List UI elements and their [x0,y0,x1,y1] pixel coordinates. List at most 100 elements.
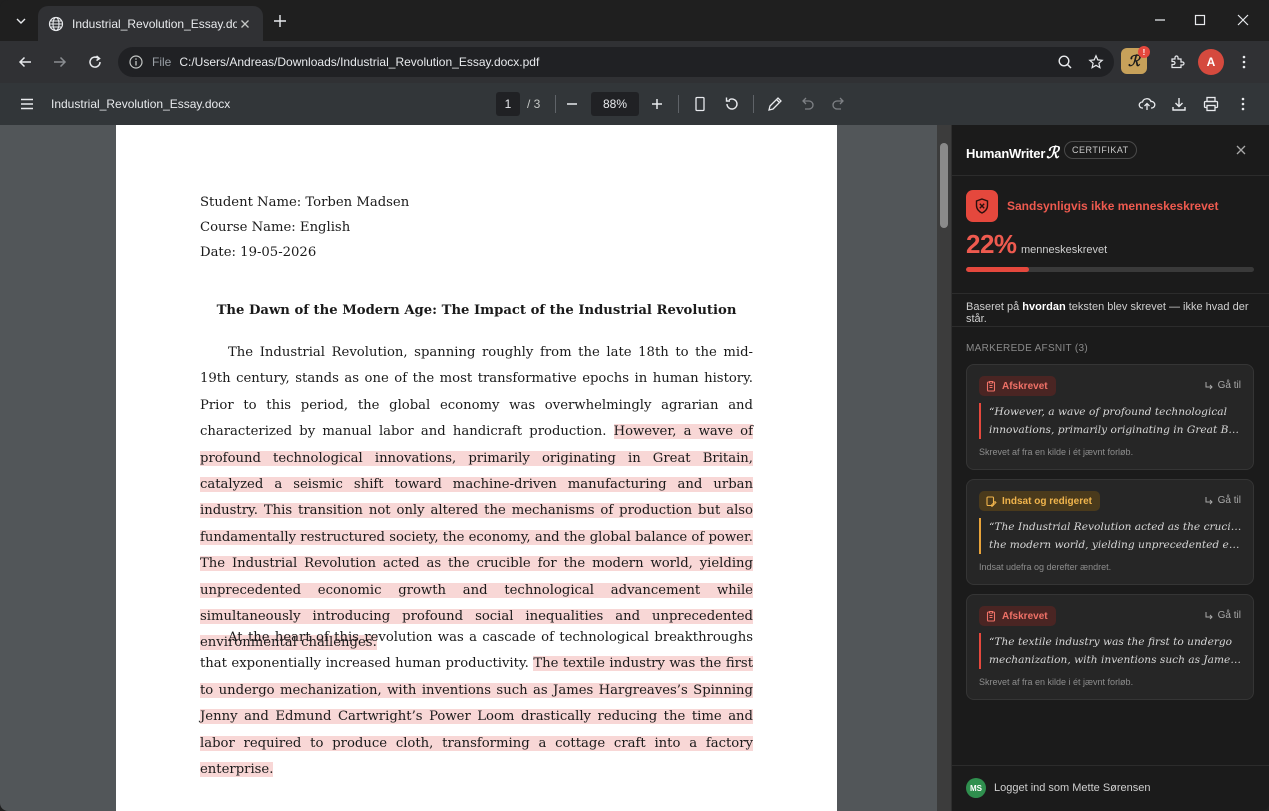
flagged-card[interactable]: Afskrevet Gå til “However, a wave of pro… [966,364,1254,470]
rotate-icon[interactable] [723,95,741,113]
star-icon[interactable] [1088,54,1104,70]
student-name: Student Name: Torben Madsen [200,195,410,210]
paragraph-2: At the heart of this revolution was a ca… [200,625,753,783]
goto-arrow-icon [1205,611,1213,619]
tag-label: Afskrevet [1002,380,1048,392]
new-tab-icon[interactable] [270,11,290,31]
course-name: Course Name: English [200,220,351,235]
goto-arrow-icon [1205,381,1213,389]
upload-cloud-icon[interactable] [1138,95,1156,113]
fit-page-icon[interactable] [691,95,709,113]
undo-icon[interactable] [798,95,816,113]
brand-logo: HumanWriterℛ [966,143,1059,162]
flagged-card[interactable]: Indsat og redigeret Gå til “The Industri… [966,479,1254,585]
tab-title: Industrial_Revolution_Essay.docx... [72,16,237,31]
highlighted-passage-3[interactable]: The textile industry was the first to un… [200,656,753,778]
highlighted-passage-1[interactable]: However, a wave of profound technologica… [200,424,754,545]
arrow-left-icon [18,56,31,68]
divider [952,175,1269,176]
redo-icon[interactable] [830,95,848,113]
close-panel-icon[interactable] [1234,143,1248,157]
copied-tag: Afskrevet [979,606,1056,626]
quote-line: mechanization, with inventions such as J… [989,654,1243,666]
percentage-label: menneskeskrevet [1021,244,1108,256]
search-icon[interactable] [1057,54,1073,70]
copied-tag: Afskrevet [979,376,1056,396]
goto-link[interactable]: Gå til [1204,610,1241,621]
browser-window: Industrial_Revolution_Essay.docx... File… [0,0,1269,811]
tab-strip: Industrial_Revolution_Essay.docx... [0,0,1269,41]
info-icon[interactable] [128,54,144,70]
flagged-card[interactable]: Afskrevet Gå til “The textile industry w… [966,594,1254,700]
address-bar[interactable]: File C:/Users/Andreas/Downloads/Industri… [118,47,1114,77]
toolbar-divider [678,95,679,113]
clipboard-icon [986,611,996,622]
passage-quote: “The Industrial Revolution acted as the … [979,518,1243,554]
flagged-sections-header: MARKEREDE AFSNIT (3) [966,343,1088,354]
document-date: Date: 19-05-2026 [200,245,317,260]
chevron-down-icon [16,18,26,24]
divider [952,293,1269,294]
brand-name: HumanWriter [966,146,1046,161]
profile-avatar[interactable]: A [1198,49,1224,75]
toolbar-divider [555,95,556,113]
goto-label: Gå til [1217,495,1241,506]
human-score-fill [966,267,1030,272]
quote-line: the modern world, yielding unprecedented… [989,539,1243,551]
divider [952,326,1269,327]
pasted-edited-tag: Indsat og redigeret [979,491,1101,511]
logged-in-label: Logget ind som Mette Sørensen [994,782,1151,794]
goto-arrow-icon [1205,496,1213,504]
close-tab-icon[interactable] [237,16,253,32]
quote-line: “However, a wave of profound technologic… [989,406,1227,418]
human-score-bar [966,267,1254,272]
zoom-level-input[interactable]: 88% [591,92,639,116]
paste-icon [986,496,997,507]
print-icon[interactable] [1202,95,1220,113]
user-avatar: MS [966,778,986,798]
essay-title: The Dawn of the Modern Age: The Impact o… [216,303,737,318]
card-note: Indsat udefra og derefter ændret. [979,562,1112,572]
goto-link[interactable]: Gå til [1204,495,1241,506]
page-number-input[interactable]: 1 [496,92,520,116]
clipboard-icon [986,381,996,392]
basis-note: Baseret på hvordan teksten blev skrevet … [966,301,1269,325]
verdict-shield-icon [966,190,998,222]
card-note: Skrevet af fra en kilde i ét jævnt forlø… [979,677,1134,687]
verdict-label: Sandsynligvis ikke menneskeskrevet [1007,199,1219,213]
tag-label: Indsat og redigeret [1002,495,1093,507]
puzzle-extensions-icon[interactable] [1169,54,1185,70]
certificate-button[interactable]: CERTIFIKAT [1064,141,1137,159]
reload-button[interactable] [84,51,106,73]
human-percentage: 22% [966,229,1017,259]
minimize-icon[interactable] [1152,12,1168,28]
goto-label: Gå til [1217,380,1241,391]
pen-icon[interactable] [766,95,784,113]
reload-icon [89,55,101,68]
zoom-in-icon[interactable] [648,95,666,113]
logged-in-user: MS Logget ind som Mette Sørensen [966,778,1151,798]
download-icon[interactable] [1170,95,1188,113]
brand-mark: ℛ [1046,143,1059,162]
arrow-right-icon [54,56,67,68]
pdf-toolbar: Industrial_Revolution_Essay.docx 1 / 3 8… [0,83,1269,125]
quote-line: “The Industrial Revolution acted as the … [989,521,1243,533]
passage-quote: “However, a wave of profound technologic… [979,403,1243,439]
goto-link[interactable]: Gå til [1204,380,1241,391]
maximize-icon[interactable] [1192,12,1208,28]
tab-search-button[interactable] [8,9,34,33]
url-text[interactable]: C:/Users/Andreas/Downloads/Industrial_Re… [179,55,539,69]
more-options-icon[interactable] [1234,95,1252,113]
url-scheme-label: File [152,55,172,69]
kebab-menu-icon[interactable] [1236,54,1252,70]
back-button[interactable] [14,51,36,73]
card-note: Skrevet af fra en kilde i ét jævnt forlø… [979,447,1134,457]
zoom-out-icon[interactable] [563,95,581,113]
browser-toolbar: File C:/Users/Andreas/Downloads/Industri… [0,41,1269,83]
tab-active[interactable]: Industrial_Revolution_Essay.docx... [38,6,263,41]
close-window-icon[interactable] [1235,12,1251,28]
pdf-document-title: Industrial_Revolution_Essay.docx [51,97,231,111]
scrollbar-thumb[interactable] [940,143,948,228]
forward-button[interactable] [49,51,71,73]
menu-icon[interactable] [18,95,36,113]
